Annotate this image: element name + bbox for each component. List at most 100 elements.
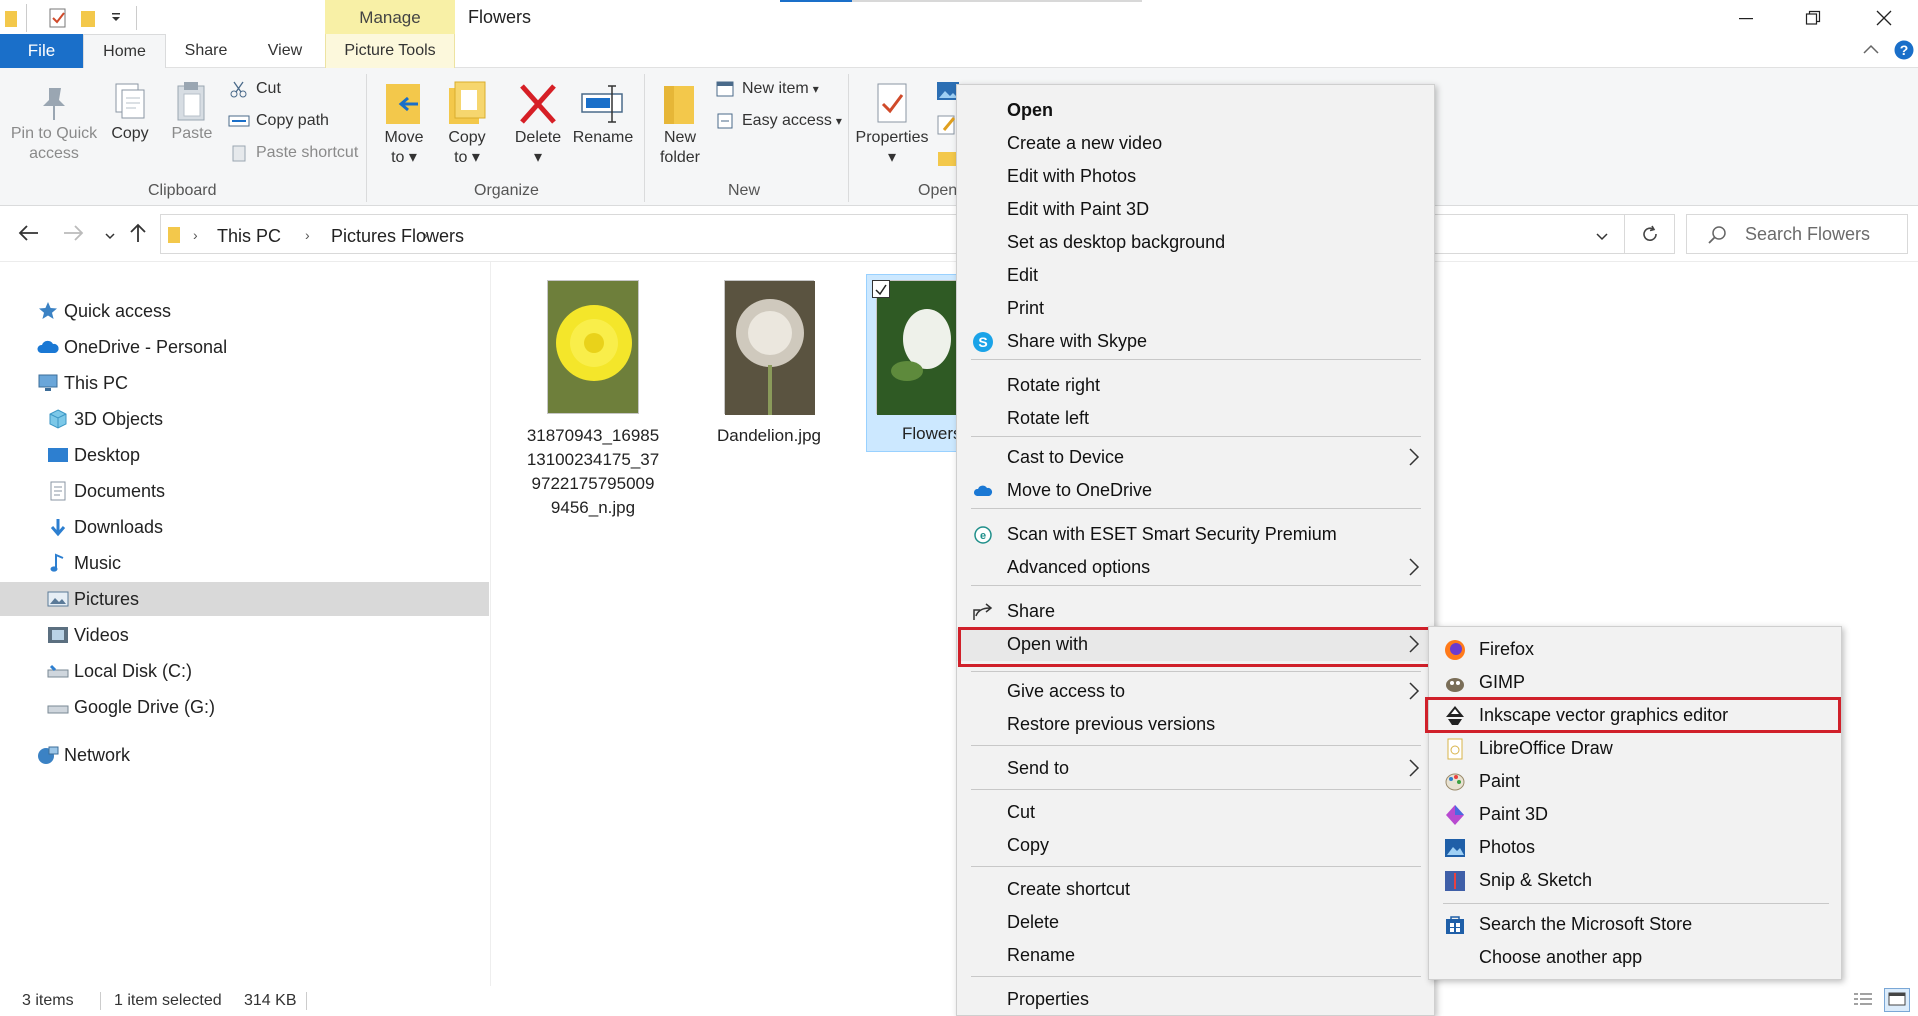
selection-checkbox[interactable] [872,280,890,298]
nav-item-pictures[interactable]: Pictures [0,582,489,616]
menu-item-create-new-video[interactable]: Create a new video [957,127,1434,160]
menu-item-open[interactable]: Open [957,94,1434,127]
cut-button[interactable]: Cut [228,76,281,102]
nav-item-local-disk-c[interactable]: Local Disk (C:) [0,654,489,688]
nav-item-network[interactable]: Network [0,738,489,772]
menu-item-copy[interactable]: Copy [957,829,1434,862]
new-folder-button[interactable]: New folder [654,80,706,168]
menu-item-share-with-skype[interactable]: S Share with Skype [957,325,1434,358]
help-icon[interactable]: ? [1894,40,1914,65]
app-item-search-microsoft-store[interactable]: Search the Microsoft Store [1429,908,1841,941]
new-folder-qa-icon[interactable] [80,6,96,30]
nav-item-downloads[interactable]: Downloads [0,510,489,544]
collapse-ribbon-icon[interactable] [1862,42,1880,61]
minimize-button[interactable] [1718,0,1774,36]
nav-item-this-pc[interactable]: This PC [0,366,489,400]
copy-to-button[interactable]: Copy to ▾ [442,80,492,168]
paste-shortcut-button[interactable]: Paste shortcut [228,140,358,166]
nav-label: Pictures [74,588,140,609]
menu-item-give-access-to[interactable]: Give access to [957,675,1434,708]
properties-dropdown-arrow: ▾ [887,149,897,166]
copy-path-button[interactable]: Copy path [228,108,329,134]
search-box[interactable]: Search Flowers [1686,214,1908,254]
edit-icon[interactable] [936,114,958,141]
menu-item-rotate-right[interactable]: Rotate right [957,369,1434,402]
nav-item-google-drive-g[interactable]: Google Drive (G:) [0,690,489,724]
app-item-paint-3d[interactable]: Paint 3D [1429,798,1841,831]
details-view-icon[interactable] [1852,990,1874,1015]
refresh-button[interactable] [1625,214,1675,254]
menu-item-scan-with-eset[interactable]: e Scan with ESET Smart Security Premium [957,518,1434,551]
menu-item-edit-with-paint-3d[interactable]: Edit with Paint 3D [957,193,1434,226]
nav-item-onedrive[interactable]: OneDrive - Personal [0,330,489,364]
menu-item-create-shortcut[interactable]: Create shortcut [957,873,1434,906]
up-arrow-icon[interactable] [128,222,148,249]
forward-arrow-icon[interactable] [62,224,84,247]
menu-item-set-desktop-background[interactable]: Set as desktop background [957,226,1434,259]
breadcrumb-chevron[interactable]: › [193,227,198,243]
easy-access-button[interactable]: Easy access ▾ [714,108,842,134]
open-with-highlight-box [958,627,1431,667]
menu-item-move-to-onedrive[interactable]: Move to OneDrive [957,474,1434,507]
file-item[interactable]: 31870943_16985 13100234175_37 9722175795… [520,280,666,520]
tab-picture-tools[interactable]: Picture Tools [325,34,455,68]
app-item-libreoffice-draw[interactable]: LibreOffice Draw [1429,732,1841,765]
menu-item-properties[interactable]: Properties [957,983,1434,1016]
app-item-firefox[interactable]: Firefox [1429,633,1841,666]
file-item[interactable]: Dandelion.jpg [694,280,844,448]
paste-button[interactable]: Paste [168,80,216,144]
paste-shortcut-icon [228,143,250,163]
nav-item-documents[interactable]: Documents [0,474,489,508]
restore-button[interactable] [1785,0,1841,36]
nav-item-music[interactable]: Music [0,546,489,580]
tab-file[interactable]: File [0,34,83,68]
menu-item-advanced-options[interactable]: Advanced options [957,551,1434,584]
nav-item-videos[interactable]: Videos [0,618,489,652]
app-item-choose-another-app[interactable]: Choose another app [1429,941,1841,974]
breadcrumb-flowers[interactable]: Flowers [401,226,464,247]
breadcrumb-pictures[interactable]: Pictures [331,226,396,247]
app-item-photos[interactable]: Photos [1429,831,1841,864]
tab-share[interactable]: Share [166,34,246,68]
menu-item-rename[interactable]: Rename [957,939,1434,972]
properties-qa-icon[interactable] [48,6,68,30]
new-item-button[interactable]: New item ▾ [714,76,819,102]
menu-item-print[interactable]: Print [957,292,1434,325]
properties-button[interactable]: Properties ▾ [856,80,928,168]
menu-item-cast-to-device[interactable]: Cast to Device [957,441,1434,474]
tab-home[interactable]: Home [83,34,166,68]
taskbar-strip [852,0,1142,2]
address-history-chevron-icon[interactable] [1595,229,1609,247]
menu-item-share[interactable]: Share [957,595,1434,628]
nav-item-quick-access[interactable]: Quick access [0,294,489,328]
menu-item-edit-with-photos[interactable]: Edit with Photos [957,160,1434,193]
nav-label: This PC [64,372,129,393]
copy-button[interactable]: Copy [106,80,154,144]
menu-item-restore-previous-versions[interactable]: Restore previous versions [957,708,1434,741]
app-item-snip-and-sketch[interactable]: Snip & Sketch [1429,864,1841,897]
menu-item-cut[interactable]: Cut [957,796,1434,829]
menu-item-edit[interactable]: Edit [957,259,1434,292]
nav-item-3d-objects[interactable]: 3D Objects [0,402,489,436]
delete-button[interactable]: Delete ▾ [512,80,564,168]
rename-button[interactable]: Rename [572,80,634,148]
app-item-gimp[interactable]: GIMP [1429,666,1841,699]
breadcrumb-this-pc[interactable]: This PC [217,226,281,247]
back-arrow-icon[interactable] [18,224,40,247]
nav-label: Downloads [74,516,164,537]
nav-item-desktop[interactable]: Desktop [0,438,489,472]
menu-item-delete[interactable]: Delete [957,906,1434,939]
app-item-paint[interactable]: Paint [1429,765,1841,798]
tab-view[interactable]: View [246,34,324,68]
large-icons-view-icon[interactable] [1884,988,1910,1012]
pin-to-quick-access-button[interactable]: Pin to Quick access [8,84,100,164]
breadcrumb-chevron[interactable]: › [305,227,310,243]
menu-item-send-to[interactable]: Send to [957,752,1434,785]
menu-item-rotate-left[interactable]: Rotate left [957,402,1434,435]
history-icon[interactable] [936,148,958,173]
customize-qa-icon[interactable] [110,6,122,30]
recent-locations-chevron-icon[interactable] [104,228,116,246]
move-to-button[interactable]: Move to ▾ [380,80,428,168]
menu-separator [971,866,1421,867]
close-button[interactable] [1856,0,1912,36]
